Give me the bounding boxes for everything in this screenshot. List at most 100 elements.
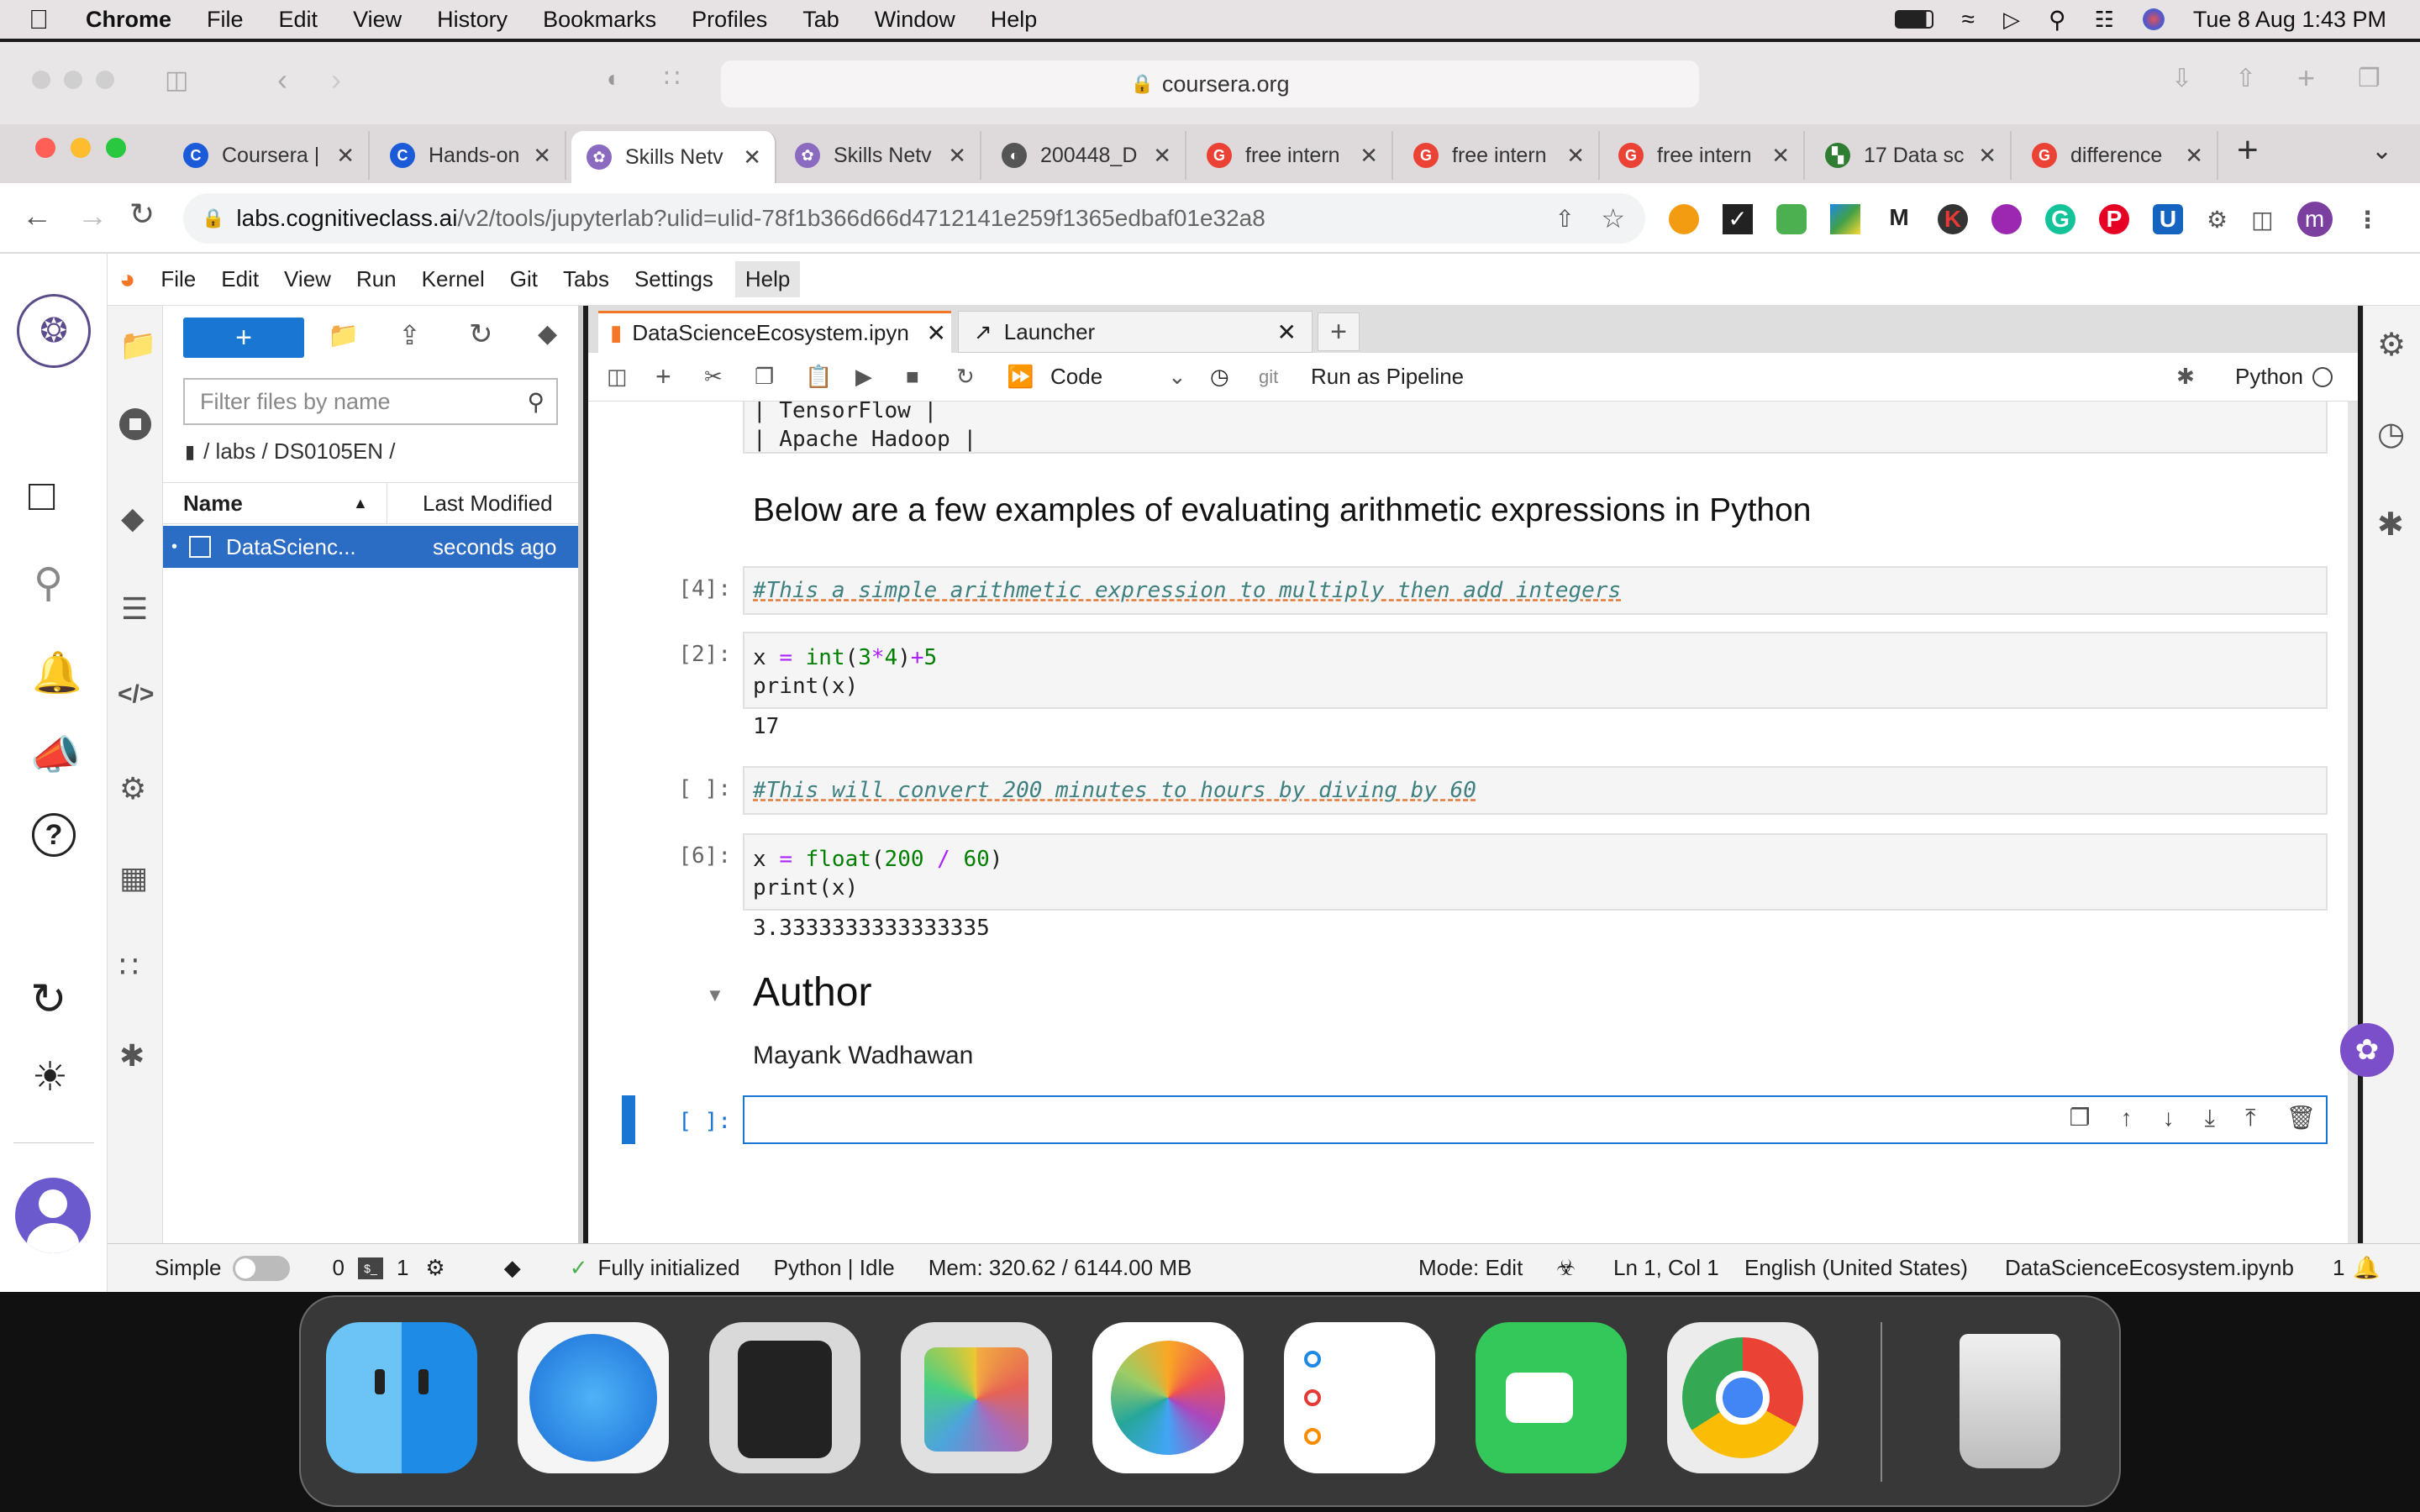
git-status-icon[interactable]: ◆ xyxy=(504,1255,521,1281)
puzzle-icon[interactable]: ⚙ xyxy=(2207,206,2228,234)
back-icon[interactable]: ‹ xyxy=(277,62,287,97)
edit-mode[interactable]: Mode: Edit xyxy=(1418,1255,1523,1281)
assistant-button[interactable]: ✿ xyxy=(2340,1023,2394,1077)
code-cell[interactable]: x = float(200 / 60) print(x) xyxy=(743,833,2328,911)
close-tab-icon[interactable]: ✕ xyxy=(1771,143,1790,169)
column-last-modified[interactable]: Last Modified xyxy=(423,491,553,517)
lightbulb-icon[interactable]: ⚲ xyxy=(34,559,63,606)
column-name[interactable]: Name xyxy=(183,491,368,517)
fast-forward-icon[interactable]: ⏩ xyxy=(1007,364,1050,390)
safari-icon[interactable] xyxy=(518,1322,669,1473)
finder-icon[interactable] xyxy=(326,1322,477,1473)
trusted-icon[interactable]: ☣ xyxy=(1556,1255,1576,1281)
extension-4-icon[interactable] xyxy=(1830,204,1860,234)
download-icon[interactable]: ⇩ xyxy=(2171,64,2192,93)
jmenu-run[interactable]: Run xyxy=(356,266,397,292)
folder-icon[interactable]: 📁 xyxy=(119,328,157,363)
pinterest-icon[interactable]: P xyxy=(2099,204,2129,234)
jmenu-tabs[interactable]: Tabs xyxy=(563,266,609,292)
chrome-tab[interactable]: ◐ 200448_D ✕ xyxy=(986,131,1186,180)
add-tab-button[interactable]: + xyxy=(1318,312,1360,351)
tab-launcher[interactable]: ↗ Launcher ✕ xyxy=(958,311,1313,353)
chrome-tab[interactable]: ▚ 17 Data sc ✕ xyxy=(1810,131,2012,180)
notification-count[interactable]: 1 xyxy=(2333,1255,2344,1281)
debugger-icon[interactable]: ✱ xyxy=(2176,364,2195,390)
cell-type-select[interactable]: Code xyxy=(1050,364,1168,390)
tab-search-icon[interactable]: ⌄ xyxy=(2371,136,2392,165)
notifications-icon[interactable]: 🔔 xyxy=(32,648,82,696)
close-launcher-tab-icon[interactable]: ✕ xyxy=(1277,318,1297,346)
chrome-tab[interactable]: Gdifference ✕ xyxy=(2017,131,2218,180)
sync-icon[interactable]: ↻ xyxy=(30,974,67,1025)
jmenu-help[interactable]: Help xyxy=(734,261,801,297)
git-clone-icon[interactable]: ◆ xyxy=(538,319,557,349)
spellcheck-language[interactable]: English (United States) xyxy=(1744,1255,1968,1281)
share-page-icon[interactable]: ⇧ xyxy=(1555,205,1575,233)
close-tab-icon[interactable]: ✕ xyxy=(2185,143,2203,169)
extension-3-icon[interactable] xyxy=(1776,204,1807,234)
git-icon[interactable]: ◆ xyxy=(121,501,145,536)
debugger-panel-icon[interactable]: ✱ xyxy=(2377,506,2404,543)
grammarly-icon[interactable]: G xyxy=(2045,204,2075,234)
code-cell[interactable]: x = int(3*4)+5 print(x) xyxy=(743,632,2328,709)
maximize-window-icon[interactable] xyxy=(106,138,126,158)
outer-minimize-icon[interactable] xyxy=(64,71,82,89)
avatar[interactable]: m xyxy=(2296,202,2333,237)
kernel-status[interactable]: Python | Idle xyxy=(774,1255,895,1281)
extension-1-icon[interactable] xyxy=(1669,204,1699,234)
chrome-tab[interactable]: Gfree intern ✕ xyxy=(1603,131,1805,180)
breadcrumb-path[interactable]: / labs / DS0105EN / xyxy=(203,438,395,465)
menu-bookmarks[interactable]: Bookmarks xyxy=(543,7,656,33)
chrome-tab[interactable]: C Coursera | ✕ xyxy=(168,131,370,180)
kernel-name[interactable]: Python xyxy=(2235,364,2303,390)
outer-zoom-icon[interactable] xyxy=(96,71,114,89)
extension-6-icon[interactable]: K xyxy=(1938,204,1968,234)
new-folder-icon[interactable]: 📁 xyxy=(328,321,359,350)
close-window-icon[interactable] xyxy=(35,138,55,158)
share-icon[interactable]: ⇧ xyxy=(2235,64,2256,93)
menu-view[interactable]: View xyxy=(353,7,402,33)
bookmark-star-icon[interactable]: ☆ xyxy=(1601,202,1625,234)
logo-icon[interactable]: ❂ xyxy=(17,294,91,368)
toc-icon[interactable]: ☰ xyxy=(121,591,148,627)
menu-tab[interactable]: Tab xyxy=(802,7,839,33)
close-tab-icon[interactable]: ✕ xyxy=(533,143,551,169)
gmail-extension-icon[interactable]: M xyxy=(1884,204,1914,234)
cut-icon[interactable]: ✂ xyxy=(704,364,755,390)
play-icon[interactable]: ▷ xyxy=(2003,7,2020,33)
insert-below-icon[interactable]: ⤒ xyxy=(2245,1104,2255,1132)
jmenu-git[interactable]: Git xyxy=(510,266,538,292)
chrome-tab[interactable]: Gfree intern ✕ xyxy=(1398,131,1600,180)
outer-close-icon[interactable] xyxy=(32,71,50,89)
close-tab-icon[interactable]: ✕ xyxy=(743,144,761,171)
shield-icon[interactable]: ◐ xyxy=(607,66,621,92)
extension-10-icon[interactable]: U xyxy=(2153,204,2183,234)
clock[interactable]: Tue 8 Aug 1:43 PM xyxy=(2193,7,2386,33)
close-tab-icon[interactable]: ✕ xyxy=(336,143,355,169)
chrome-tab[interactable]: Gfree intern ✕ xyxy=(1192,131,1393,180)
new-tab-icon[interactable]: + xyxy=(2297,60,2315,96)
move-up-icon[interactable]: ↑ xyxy=(2121,1104,2133,1132)
chrome-tab[interactable]: ✿ Skills Netv ✕ xyxy=(571,131,776,183)
code-cell[interactable]: #This a simple arithmetic expression to … xyxy=(743,566,2328,615)
app-name[interactable]: Chrome xyxy=(86,7,171,33)
chat-icon[interactable]: □ xyxy=(29,470,55,521)
user-avatar-icon[interactable] xyxy=(15,1178,91,1253)
save-icon[interactable]: ◫ xyxy=(607,364,655,390)
chevron-down-icon[interactable]: ⌄ xyxy=(1168,364,1210,390)
menu-history[interactable]: History xyxy=(437,7,508,33)
insert-above-icon[interactable]: ⤓ xyxy=(2205,1104,2215,1132)
menu-edit[interactable]: Edit xyxy=(279,7,318,33)
settings-icon[interactable]: ⚙ xyxy=(119,771,146,806)
components-icon[interactable]: ∷ xyxy=(119,949,139,984)
collapse-heading-icon[interactable]: ▼ xyxy=(706,984,724,1006)
facetime-icon[interactable] xyxy=(1476,1322,1627,1473)
chrome-tab[interactable]: ✿ Skills Netv ✕ xyxy=(780,131,981,180)
reminders-icon[interactable] xyxy=(1284,1322,1435,1473)
file-row[interactable]: • DataScienc... seconds ago xyxy=(163,526,578,568)
close-tab-icon[interactable]: ✕ xyxy=(1566,143,1585,169)
kernel-count[interactable]: 0 xyxy=(332,1255,344,1281)
calculator-icon[interactable] xyxy=(709,1322,860,1473)
property-inspector-icon[interactable]: ▦ xyxy=(119,860,148,895)
filter-files-input[interactable]: Filter files by name ⚲ xyxy=(183,378,558,425)
